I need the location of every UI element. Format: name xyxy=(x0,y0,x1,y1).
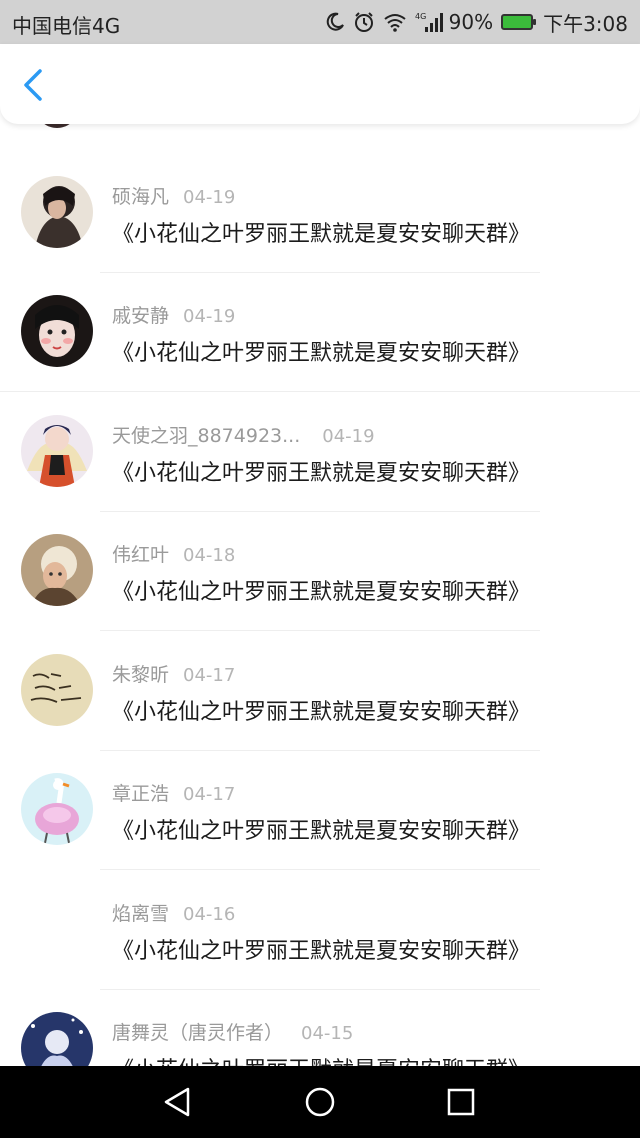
status-bar: 中国电信4G 4G 90% 下午3:08 xyxy=(0,0,640,44)
back-button[interactable] xyxy=(18,68,48,102)
sender-name: 硕海凡 xyxy=(112,186,170,208)
network-badge: 4G xyxy=(415,12,426,21)
sender-name: 焰离雪 xyxy=(112,903,170,925)
sender-name: 伟红叶 xyxy=(112,544,170,566)
message-date: 04-19 xyxy=(322,426,375,447)
nav-back-icon xyxy=(164,1087,190,1117)
list-item[interactable]: 朱黎昕 04-17 《小花仙之叶罗丽王默就是夏安安聊天群》 xyxy=(0,602,640,726)
message-date: 04-17 xyxy=(183,665,236,686)
header xyxy=(0,44,640,124)
nav-home-button[interactable] xyxy=(302,1084,338,1120)
avatar xyxy=(21,295,93,367)
avatar xyxy=(21,176,93,248)
signal-icon: 4G xyxy=(415,8,445,36)
message-date: 04-19 xyxy=(183,187,236,208)
list-item[interactable]: 硕海凡 04-19 《小花仙之叶罗丽王默就是夏安安聊天群》 xyxy=(0,124,640,248)
sender-name: 章正浩 xyxy=(112,783,170,805)
list-item[interactable]: 唐舞灵（唐灵作者） 04-15 《小花仙之叶罗丽王默就是夏安安聊天群》 xyxy=(0,960,640,1066)
back-chevron-icon xyxy=(24,69,42,101)
list-item[interactable]: 天使之羽_8874923... 04-19 《小花仙之叶罗丽王默就是夏安安聊天群》 xyxy=(0,363,640,487)
moon-icon xyxy=(325,8,345,36)
navigation-bar xyxy=(0,1066,640,1138)
message-list[interactable]: 硕海凡 04-19 《小花仙之叶罗丽王默就是夏安安聊天群》 戚安静 04-19 《小… xyxy=(0,124,640,1066)
battery-icon xyxy=(501,8,537,36)
message-date: 04-17 xyxy=(183,784,236,805)
message-date: 04-19 xyxy=(183,306,236,327)
carrier-label: 中国电信4G xyxy=(12,14,121,38)
message-text: 《小花仙之叶罗丽王默就是夏安安聊天群》 xyxy=(112,1052,530,1066)
nav-recent-icon xyxy=(447,1088,475,1116)
avatar xyxy=(21,1012,93,1066)
clock: 下午3:08 xyxy=(543,11,628,36)
message-date: 04-18 xyxy=(183,545,236,566)
message-date: 04-15 xyxy=(301,1023,354,1044)
list-item[interactable]: 伟红叶 04-18 《小花仙之叶罗丽王默就是夏安安聊天群》 xyxy=(0,482,640,606)
sender-name: 戚安静 xyxy=(112,305,170,327)
nav-recent-button[interactable] xyxy=(443,1084,479,1120)
avatar xyxy=(21,534,93,606)
list-item[interactable]: 章正浩 04-17 《小花仙之叶罗丽王默就是夏安安聊天群》 xyxy=(0,721,640,845)
avatar xyxy=(21,773,93,845)
message-date: 04-16 xyxy=(183,904,236,925)
avatar xyxy=(21,654,93,726)
battery-percent: 90% xyxy=(448,10,494,34)
status-icons: 4G 90% 下午3:08 xyxy=(317,8,628,36)
sender-name: 天使之羽_8874923... xyxy=(112,425,301,447)
nav-home-icon xyxy=(305,1087,335,1117)
sender-name: 唐舞灵（唐灵作者） xyxy=(112,1022,284,1044)
sender-name: 朱黎昕 xyxy=(112,664,170,686)
list-item[interactable]: 焰离雪 04-16 《小花仙之叶罗丽王默就是夏安安聊天群》 xyxy=(0,841,640,964)
alarm-icon xyxy=(353,8,375,36)
avatar xyxy=(21,415,93,487)
wifi-icon xyxy=(383,8,407,36)
nav-back-button[interactable] xyxy=(160,1084,196,1120)
list-item[interactable]: 戚安静 04-19 《小花仙之叶罗丽王默就是夏安安聊天群》 xyxy=(0,243,640,367)
